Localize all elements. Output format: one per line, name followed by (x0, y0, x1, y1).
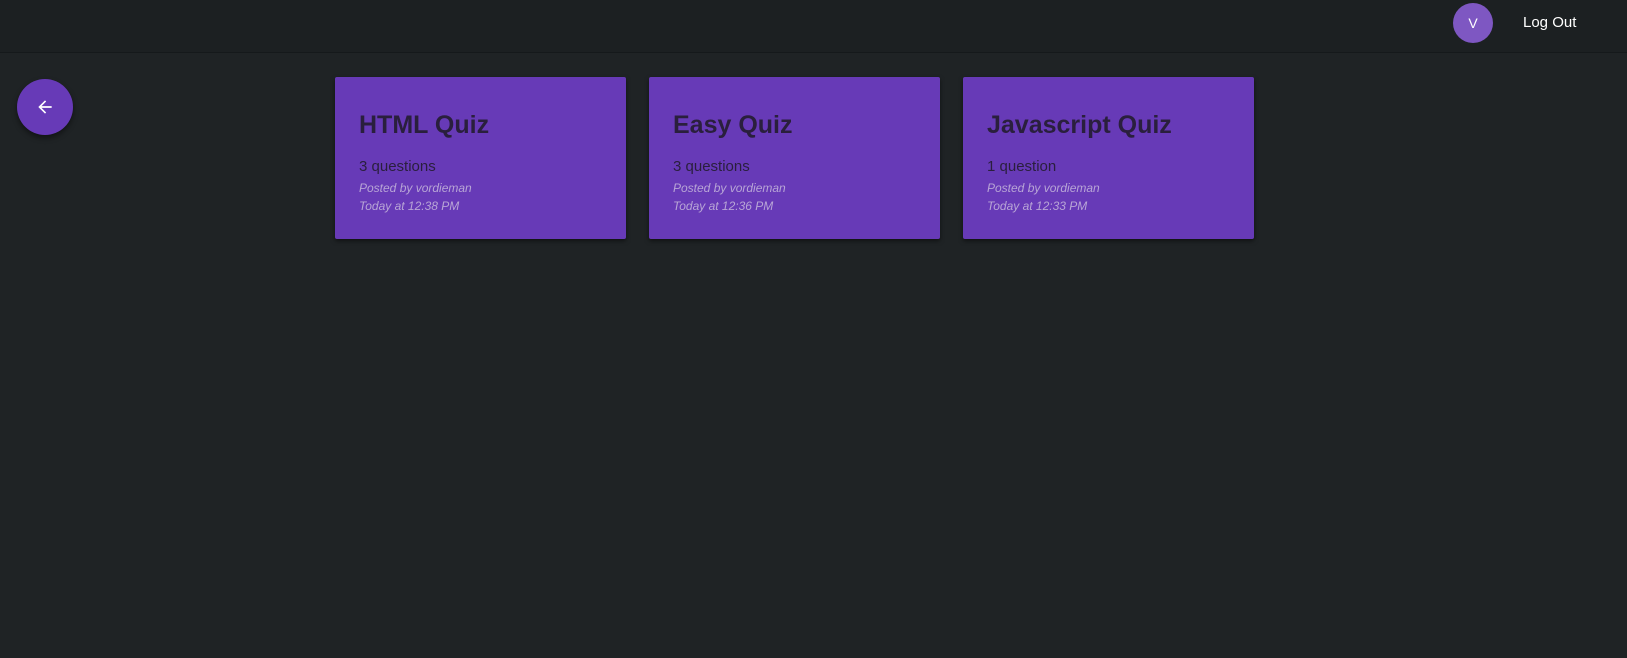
user-avatar[interactable]: V (1453, 3, 1493, 43)
quiz-title: HTML Quiz (359, 111, 490, 139)
quiz-question-count: 3 questions (673, 158, 750, 175)
quiz-timestamp: Today at 12:33 PM (987, 199, 1088, 213)
quiz-title: Javascript Quiz (987, 111, 1172, 139)
quiz-timestamp: Today at 12:38 PM (359, 199, 460, 213)
quiz-card-html[interactable]: HTML Quiz 3 questions Posted by vordiema… (335, 77, 626, 239)
quiz-timestamp: Today at 12:36 PM (673, 199, 774, 213)
quiz-author: Posted by vordieman (359, 181, 472, 195)
quiz-question-count: 3 questions (359, 158, 436, 175)
logout-button[interactable]: Log Out (1523, 13, 1576, 33)
back-button[interactable] (17, 79, 73, 135)
quiz-author: Posted by vordieman (673, 181, 786, 195)
arrow-left-icon (38, 100, 52, 114)
quiz-card-javascript[interactable]: Javascript Quiz 1 question Posted by vor… (963, 77, 1254, 239)
quiz-card-easy[interactable]: Easy Quiz 3 questions Posted by vordiema… (649, 77, 940, 239)
avatar-initial: V (1468, 15, 1478, 31)
top-navbar: V Log Out (0, 0, 1627, 53)
quiz-question-count: 1 question (987, 158, 1057, 175)
quiz-title: Easy Quiz (673, 111, 793, 139)
quiz-author: Posted by vordieman (987, 181, 1100, 195)
